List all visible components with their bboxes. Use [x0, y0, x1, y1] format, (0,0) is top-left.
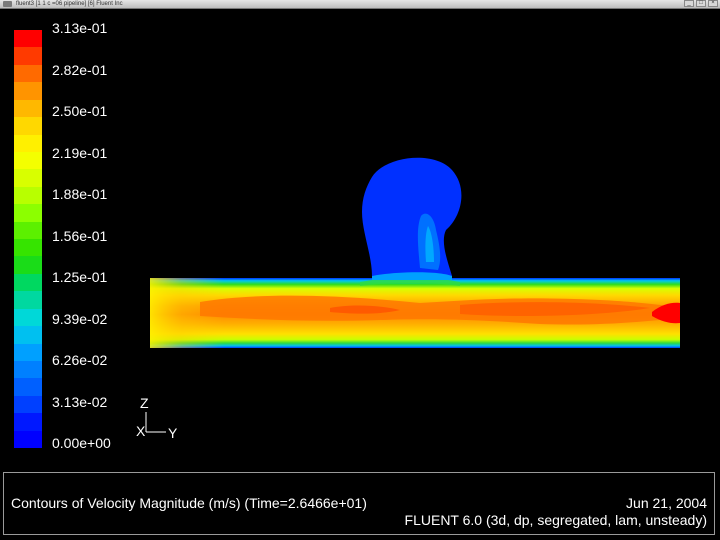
plot-caption: Contours of Velocity Magnitude (m/s) (Ti…	[11, 495, 367, 511]
pipe-body	[150, 277, 680, 348]
info-panel: Contours of Velocity Magnitude (m/s) (Ti…	[3, 472, 715, 535]
axis-triad	[145, 412, 166, 433]
axis-label-x: X	[136, 423, 146, 439]
solver-info: FLUENT 6.0 (3d, dp, segregated, lam, uns…	[404, 512, 707, 528]
axis-label-y: Y	[168, 425, 178, 441]
contour-viewport[interactable]	[0, 0, 720, 470]
bulb-region	[362, 157, 462, 280]
plot-date: Jun 21, 2004	[626, 495, 707, 511]
axis-label-z: Z	[140, 395, 149, 411]
